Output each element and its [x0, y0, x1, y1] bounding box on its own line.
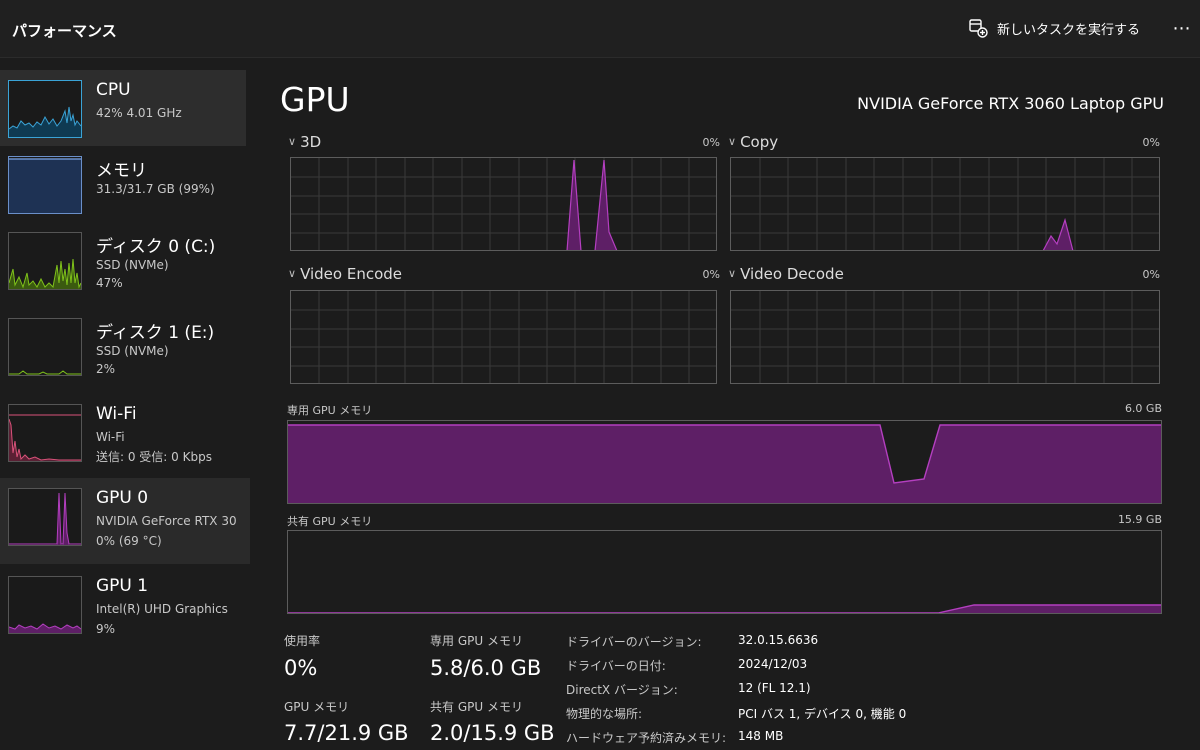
- more-options-button[interactable]: ⋯: [1168, 14, 1196, 42]
- cpu-thumbnail-graph: [8, 80, 82, 138]
- engine-percent: 0%: [702, 268, 720, 281]
- sidebar-item-label: GPU 0: [96, 488, 149, 508]
- sidebar-item-detail: NVIDIA GeForce RTX 30: [96, 514, 237, 528]
- sidebar-item-detail: 31.3/31.7 GB (99%): [96, 182, 215, 196]
- sidebar-item-detail: 42% 4.01 GHz: [96, 106, 182, 120]
- title-bar: パフォーマンス 新しいタスクを実行する ⋯: [0, 0, 1200, 58]
- driver-version-value: 32.0.15.6636: [738, 633, 819, 647]
- sidebar-item-label: CPU: [96, 80, 131, 100]
- memory-thumbnail-graph: [8, 156, 82, 214]
- gpu-memory-value: 7.7/21.9 GB: [284, 721, 409, 745]
- sidebar-item-label: ディスク 0 (C:): [96, 237, 216, 257]
- driver-date-value: 2024/12/03: [738, 657, 808, 671]
- disk-1-thumbnail-graph: [8, 318, 82, 376]
- dedicated-memory-graph-label: 専用 GPU メモリ: [287, 404, 373, 417]
- dedicated-memory-label: 専用 GPU メモリ: [430, 634, 523, 648]
- page-title: パフォーマンス: [12, 22, 117, 40]
- graph-3d: [290, 157, 717, 251]
- directx-version-label: DirectX バージョン:: [566, 683, 678, 697]
- sidebar-item-usage: 47%: [96, 276, 123, 290]
- dedicated-memory-value: 5.8/6.0 GB: [430, 656, 542, 680]
- disk-0-thumbnail-graph: [8, 232, 82, 290]
- sidebar-item-usage: 9%: [96, 622, 116, 636]
- graph-video-decode: [730, 290, 1160, 384]
- engine-percent: 0%: [1142, 136, 1160, 149]
- directx-version-value: 12 (FL 12.1): [738, 681, 811, 695]
- new-task-icon: [969, 19, 988, 38]
- sidebar-item-usage: 0% (69 °C): [96, 534, 162, 548]
- graph-video-encode: [290, 290, 717, 384]
- shared-memory-graph-label: 共有 GPU メモリ: [287, 515, 373, 528]
- gpu-memory-label: GPU メモリ: [284, 700, 350, 714]
- chevron-down-icon: ∨: [728, 267, 737, 280]
- sidebar-item-memory[interactable]: メモリ 31.3/31.7 GB (99%): [0, 146, 246, 222]
- chevron-down-icon: ∨: [728, 135, 737, 148]
- physical-location-value: PCI バス 1, デバイス 0, 機能 0: [738, 707, 907, 721]
- dedicated-memory-max: 6.0 GB: [1124, 402, 1162, 415]
- gpu-heading: GPU: [280, 80, 350, 119]
- driver-date-label: ドライバーの日付:: [566, 659, 666, 673]
- engine-label: Video Encode: [300, 265, 403, 283]
- sidebar-item-wifi[interactable]: Wi-Fi Wi-Fi 送信: 0 受信: 0 Kbps: [0, 394, 246, 470]
- chevron-down-icon: ∨: [288, 135, 297, 148]
- engine-selector-3d[interactable]: ∨ 3D: [288, 133, 321, 151]
- engine-label: Video Decode: [740, 265, 844, 283]
- sidebar-item-usage: 2%: [96, 362, 116, 376]
- sidebar-item-detail: Intel(R) UHD Graphics: [96, 602, 228, 616]
- sidebar-item-label: GPU 1: [96, 576, 149, 596]
- sidebar-item-label: ディスク 1 (E:): [96, 323, 215, 343]
- reserved-memory-label: ハードウェア予約済みメモリ:: [566, 731, 727, 745]
- graph-copy: [730, 157, 1160, 251]
- engine-label: 3D: [300, 133, 322, 151]
- graph-dedicated-memory: [287, 420, 1162, 504]
- engine-selector-copy[interactable]: ∨ Copy: [728, 133, 778, 151]
- sidebar-item-detail: SSD (NVMe): [96, 344, 169, 358]
- shared-memory-value: 2.0/15.9 GB: [430, 721, 555, 745]
- sidebar-item-detail: SSD (NVMe): [96, 258, 169, 272]
- engine-selector-video-encode[interactable]: ∨ Video Encode: [288, 265, 402, 283]
- driver-version-label: ドライバーのバージョン:: [566, 635, 702, 649]
- usage-value: 0%: [284, 656, 318, 680]
- sidebar-item-network-rate: 送信: 0 受信: 0 Kbps: [96, 450, 212, 464]
- engine-selector-video-decode[interactable]: ∨ Video Decode: [728, 265, 844, 283]
- gpu-1-thumbnail-graph: [8, 576, 82, 634]
- shared-memory-max: 15.9 GB: [1117, 513, 1162, 526]
- gpu-0-thumbnail-graph: [8, 488, 82, 546]
- sidebar-item-disk-1[interactable]: ディスク 1 (E:) SSD (NVMe) 2%: [0, 308, 246, 384]
- engine-percent: 0%: [702, 136, 720, 149]
- gpu-model-name: NVIDIA GeForce RTX 3060 Laptop GPU: [857, 94, 1164, 113]
- sidebar-item-gpu-1[interactable]: GPU 1 Intel(R) UHD Graphics 9%: [0, 566, 246, 642]
- chevron-down-icon: ∨: [288, 267, 297, 280]
- new-task-button[interactable]: 新しいタスクを実行する: [968, 14, 1140, 42]
- shared-memory-label: 共有 GPU メモリ: [430, 700, 523, 714]
- new-task-label: 新しいタスクを実行する: [997, 22, 1141, 38]
- reserved-memory-value: 148 MB: [738, 729, 784, 743]
- wifi-thumbnail-graph: [8, 404, 82, 462]
- sidebar-item-label: メモリ: [96, 161, 147, 181]
- sidebar-item-gpu-0[interactable]: GPU 0 NVIDIA GeForce RTX 30 0% (69 °C): [0, 478, 250, 564]
- gpu-detail-panel: GPU NVIDIA GeForce RTX 3060 Laptop GPU ∨…: [250, 60, 1200, 750]
- engine-percent: 0%: [1142, 268, 1160, 281]
- physical-location-label: 物理的な場所:: [566, 707, 643, 721]
- sidebar-item-cpu[interactable]: CPU 42% 4.01 GHz: [0, 70, 246, 146]
- graph-shared-memory: [287, 530, 1162, 614]
- sidebar-item-disk-0[interactable]: ディスク 0 (C:) SSD (NVMe) 47%: [0, 222, 246, 298]
- sidebar-item-detail: Wi-Fi: [96, 430, 125, 444]
- engine-label: Copy: [740, 133, 779, 151]
- usage-label: 使用率: [284, 634, 321, 648]
- sidebar: CPU 42% 4.01 GHz メモリ 31.3/31.7 GB (99%) …: [0, 60, 250, 750]
- sidebar-item-label: Wi-Fi: [96, 404, 137, 424]
